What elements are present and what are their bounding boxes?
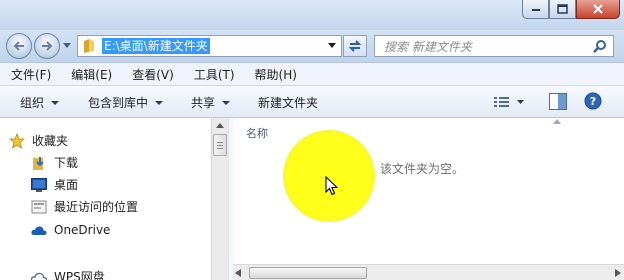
cloud-icon [30, 222, 48, 238]
horizontal-scrollbar-thumb[interactable] [249, 267, 367, 279]
back-button[interactable] [6, 33, 32, 59]
sidebar-label: 下载 [54, 156, 79, 170]
menu-file[interactable]: 文件(F) [0, 66, 60, 83]
refresh-button[interactable] [343, 35, 367, 57]
sidebar-item-wps-cloud[interactable]: WPS网盘 [30, 268, 105, 280]
forward-button[interactable] [34, 33, 60, 59]
include-in-library-button[interactable]: 包含到库中 [88, 94, 164, 111]
horizontal-scrollbar[interactable] [233, 264, 624, 280]
menu-view[interactable]: 查看(V) [121, 66, 183, 83]
sidebar-item-favorites[interactable]: 收藏夹 [8, 132, 68, 149]
forward-arrow-icon [42, 41, 53, 51]
navigation-pane: 收藏夹 下载 桌面 最近访问的位置 OneDrive WPS网盘 [0, 118, 211, 280]
maximize-icon [557, 4, 568, 14]
folder-icon [84, 39, 94, 53]
chevron-down-icon [222, 100, 231, 105]
downloads-folder-icon [30, 155, 48, 171]
chevron-down-icon [155, 100, 164, 105]
menu-bar: 文件(F) 编辑(E) 查看(V) 工具(T) 帮助(H) [0, 62, 624, 86]
share-button[interactable]: 共享 [191, 94, 231, 111]
search-icon[interactable] [593, 39, 607, 53]
title-bar [0, 0, 624, 30]
menu-tools[interactable]: 工具(T) [183, 66, 244, 83]
empty-folder-message: 该文件夹为空。 [380, 162, 465, 176]
sidebar-label: OneDrive [54, 223, 111, 237]
chevron-left-icon[interactable] [235, 269, 241, 277]
address-bar: E:\桌面\新建文件夹 搜索 新建文件夹 [0, 30, 624, 62]
back-arrow-icon [13, 41, 24, 51]
navigation-scrollbar[interactable] [211, 118, 228, 280]
search-input[interactable]: 搜索 新建文件夹 [374, 35, 614, 57]
recent-places-icon [30, 199, 48, 215]
maximize-button[interactable] [549, 0, 576, 19]
scrollbar-thumb[interactable] [213, 134, 227, 156]
svg-text:?: ? [590, 95, 596, 108]
refresh-icon [348, 40, 362, 52]
window-controls [522, 0, 620, 19]
help-icon[interactable]: ? [584, 92, 602, 110]
view-options-icon[interactable] [494, 96, 524, 108]
address-dropdown-icon[interactable] [328, 43, 336, 48]
sidebar-item-downloads[interactable]: 下载 [30, 154, 78, 171]
address-input[interactable]: E:\桌面\新建文件夹 [77, 35, 342, 57]
include-in-library-label: 包含到库中 [88, 96, 149, 110]
command-bar: 组织 包含到库中 共享 新建文件夹 ? [0, 86, 624, 118]
file-list-pane: 名称 该文件夹为空。 [233, 118, 624, 280]
organize-button[interactable]: 组织 [20, 94, 60, 111]
menu-help[interactable]: 帮助(H) [244, 66, 306, 83]
address-path: E:\桌面\新建文件夹 [102, 38, 210, 54]
column-header-name[interactable]: 名称 [246, 125, 268, 141]
chevron-down-icon [51, 100, 60, 105]
new-folder-button[interactable]: 新建文件夹 [258, 94, 318, 111]
sort-indicator-icon [553, 119, 561, 124]
close-button[interactable] [576, 0, 620, 19]
desktop-icon [30, 177, 48, 193]
menu-edit[interactable]: 编辑(E) [60, 66, 121, 83]
minimize-icon [531, 9, 540, 11]
search-placeholder: 搜索 新建文件夹 [384, 39, 472, 54]
sidebar-label: WPS网盘 [54, 270, 105, 280]
wps-cloud-icon [30, 269, 48, 280]
sidebar-item-desktop[interactable]: 桌面 [30, 176, 78, 193]
scroll-up-button[interactable] [212, 118, 228, 133]
recent-pages-dropdown-icon[interactable] [63, 43, 71, 48]
close-icon [593, 4, 603, 14]
share-label: 共享 [191, 96, 216, 110]
sidebar-item-recent-places[interactable]: 最近访问的位置 [30, 198, 138, 215]
minimize-button[interactable] [522, 0, 549, 19]
mouse-cursor-icon [325, 176, 338, 196]
sidebar-item-onedrive[interactable]: OneDrive [30, 222, 110, 238]
sidebar-label: 最近访问的位置 [54, 200, 139, 214]
new-folder-label: 新建文件夹 [258, 96, 319, 110]
organize-label: 组织 [20, 96, 45, 110]
star-icon [8, 132, 26, 149]
sidebar-label: 桌面 [54, 178, 79, 192]
chevron-up-icon [216, 123, 224, 128]
chevron-right-icon[interactable] [615, 269, 621, 277]
sidebar-label: 收藏夹 [32, 134, 69, 148]
preview-pane-icon[interactable] [549, 93, 567, 110]
